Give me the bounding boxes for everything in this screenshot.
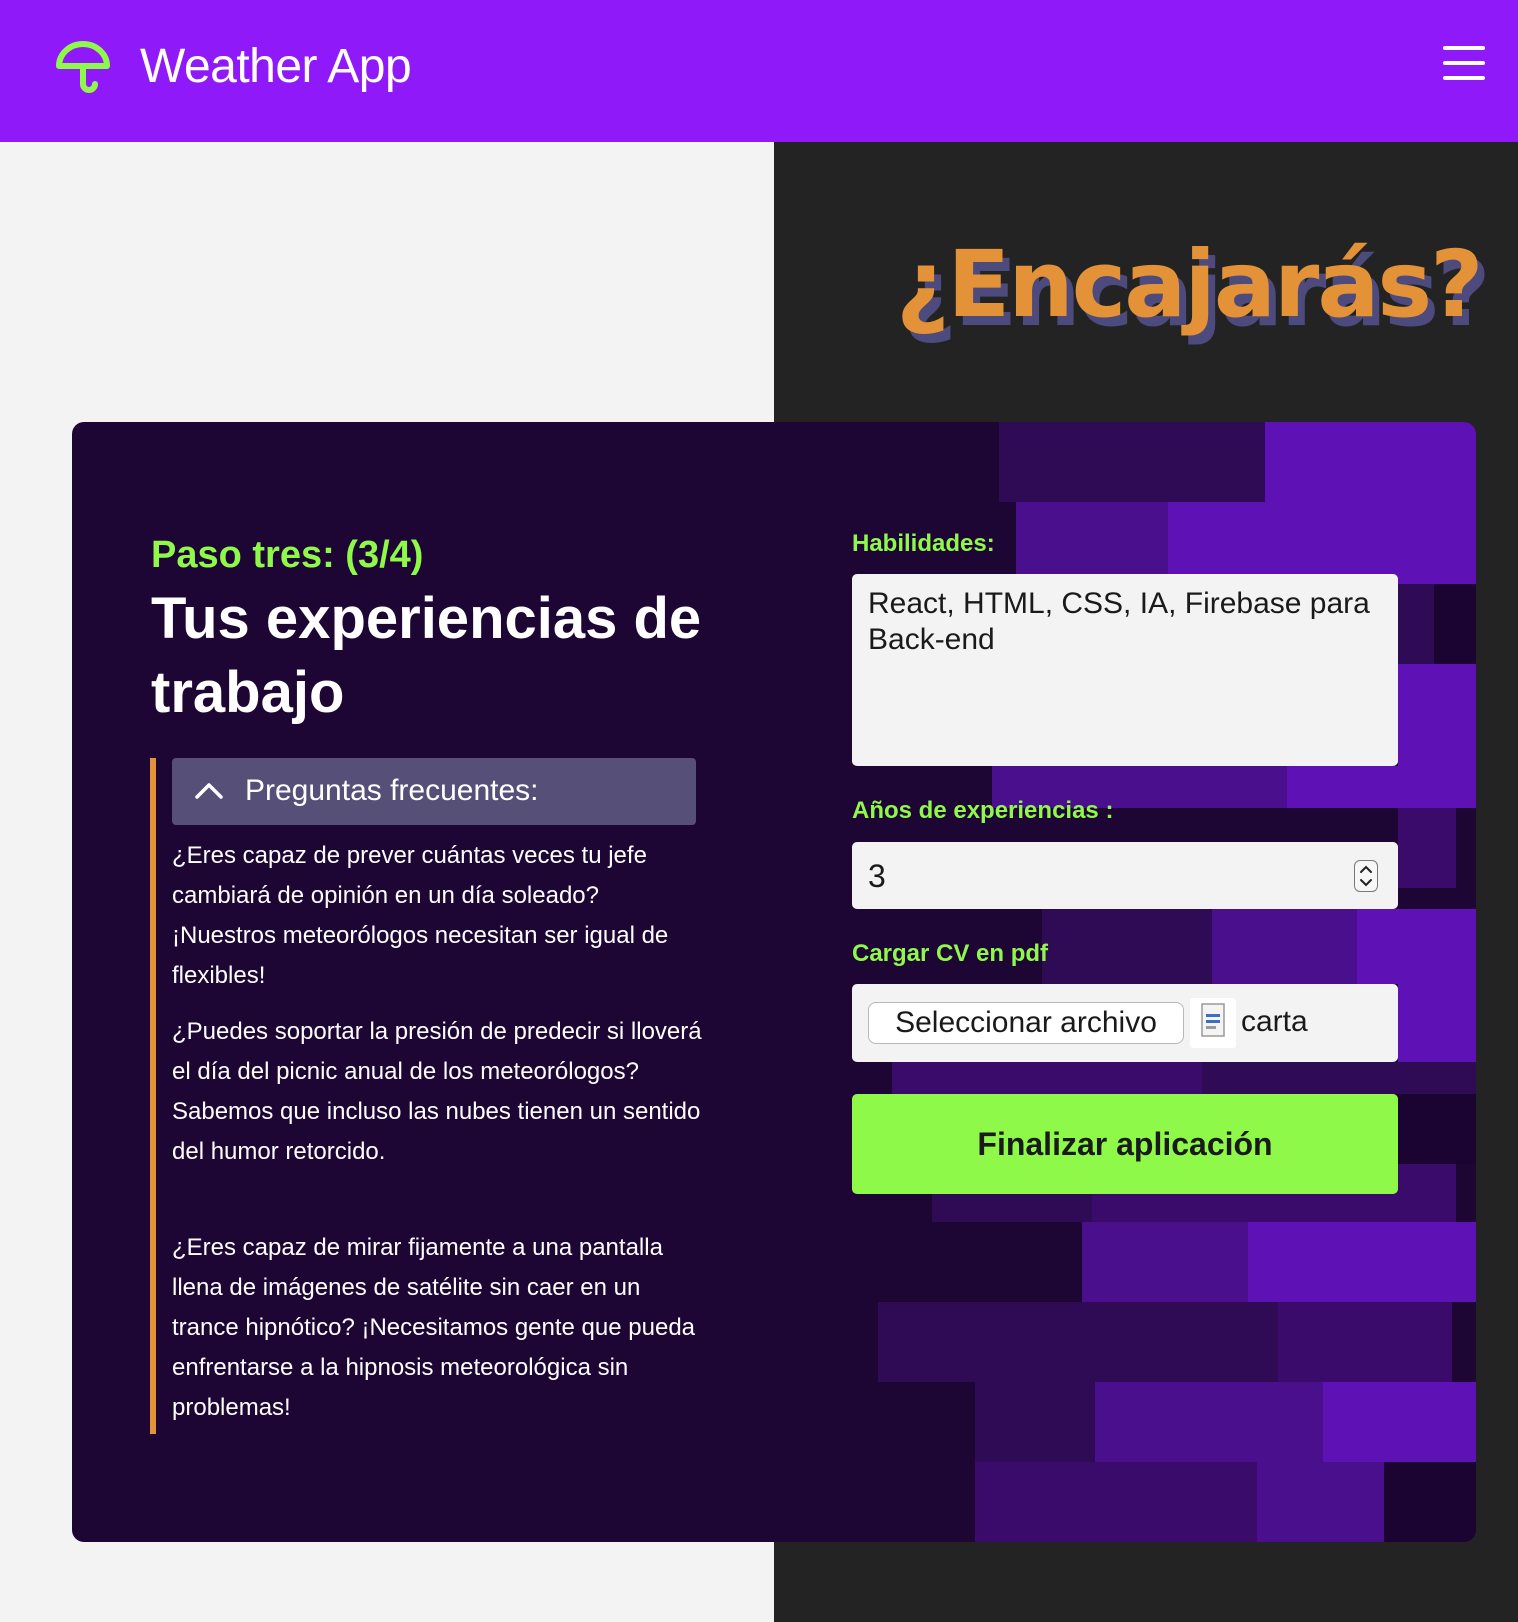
years-number-input[interactable]: 3	[852, 842, 1398, 909]
faq-toggle[interactable]: Preguntas frecuentes:	[172, 758, 696, 825]
skills-label: Habilidades:	[852, 530, 995, 557]
hamburger-menu-icon[interactable]	[1443, 46, 1487, 80]
number-spinner[interactable]	[1354, 860, 1378, 892]
hero-title: ¿Encajarás?	[896, 231, 1484, 338]
chevron-up-icon	[195, 783, 223, 799]
faq-section: Preguntas frecuentes: ¿Eres capaz de pre…	[150, 758, 702, 1434]
skills-textarea[interactable]: React, HTML, CSS, IA, Firebase para Back…	[852, 574, 1398, 766]
finish-application-button[interactable]: Finalizar aplicación	[852, 1094, 1398, 1194]
pdf-file-icon	[1190, 998, 1236, 1048]
umbrella-icon[interactable]	[55, 38, 111, 94]
cv-label: Cargar CV en pdf	[852, 940, 1049, 967]
cv-file-input[interactable]: Seleccionar archivo carta	[852, 984, 1398, 1062]
years-value: 3	[868, 858, 886, 894]
app-title[interactable]: Weather App	[140, 38, 412, 96]
selected-file-name: carta	[1241, 1005, 1308, 1038]
faq-answer: ¿Puedes soportar la presión de predecir …	[172, 1018, 702, 1165]
faq-answer: ¿Eres capaz de prever cuántas veces tu j…	[172, 842, 669, 989]
top-navbar: Weather App	[0, 0, 1518, 142]
step-label: Paso tres: (3/4)	[151, 534, 424, 576]
years-label: Años de experiencias :	[852, 797, 1114, 824]
spinner-arrows-icon	[1360, 865, 1372, 887]
step-title: Tus experiencias de trabajo	[151, 586, 702, 725]
select-file-button[interactable]: Seleccionar archivo	[868, 1002, 1184, 1044]
application-card: Paso tres: (3/4) Tus experiencias de tra…	[72, 422, 1476, 1542]
faq-title: Preguntas frecuentes:	[245, 774, 539, 807]
faq-answer: ¿Eres capaz de mirar fijamente a una pan…	[172, 1234, 696, 1421]
